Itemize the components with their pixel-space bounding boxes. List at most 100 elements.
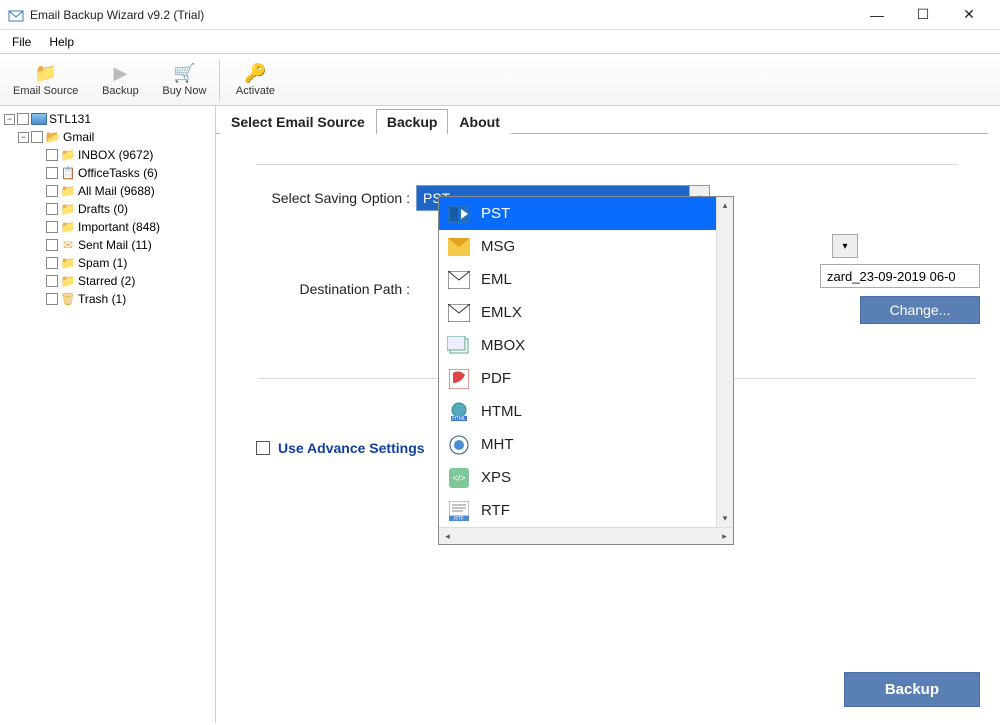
- play-icon: ▶: [108, 63, 132, 85]
- buy-now-button[interactable]: 🛒 Buy Now: [155, 56, 213, 104]
- expand-icon[interactable]: −: [4, 114, 15, 125]
- dropdown-option-mht[interactable]: MHT: [439, 428, 733, 461]
- advance-settings-row[interactable]: Use Advance Settings: [256, 440, 425, 456]
- folder-icon: 📁: [60, 274, 76, 288]
- dropdown-option-emlx[interactable]: EMLX: [439, 296, 733, 329]
- mht-icon: [447, 435, 471, 455]
- tree-folder[interactable]: 🗑Trash (1): [4, 290, 211, 308]
- scroll-up-icon[interactable]: ▴: [717, 197, 733, 214]
- folder-label: Important (848): [78, 220, 160, 234]
- tree-account[interactable]: − 📂 Gmail: [4, 128, 211, 146]
- folder-tree: − STL131 − 📂 Gmail 📁INBOX (9672)📋OfficeT…: [0, 106, 216, 723]
- tree-folder[interactable]: 📋OfficeTasks (6): [4, 164, 211, 182]
- destination-label: Destination Path :: [246, 281, 416, 297]
- dropdown-option-mbox[interactable]: MBOX: [439, 329, 733, 362]
- key-icon: 🔑: [243, 63, 267, 85]
- tree-folder[interactable]: ✉Sent Mail (11): [4, 236, 211, 254]
- tree-folder[interactable]: 📁All Mail (9688): [4, 182, 211, 200]
- destination-path-field[interactable]: zard_23-09-2019 06-0: [820, 264, 980, 288]
- window-title: Email Backup Wizard v9.2 (Trial): [30, 8, 854, 22]
- msg-icon: [447, 237, 471, 257]
- folder-icon: 🗑: [60, 292, 76, 306]
- close-button[interactable]: ✕: [946, 0, 992, 30]
- dropdown-option-pst[interactable]: PST: [439, 197, 733, 230]
- dropdown-option-rtf[interactable]: RTF RTF: [439, 494, 733, 527]
- backup-tool-button[interactable]: ▶ Backup: [91, 56, 149, 104]
- dropdown-list: PSTMSGEMLEMLXMBOXPDFHTMLHTMLMHT</>XPSRTF…: [439, 197, 733, 527]
- backup-button[interactable]: Backup: [844, 672, 980, 707]
- tree-folder[interactable]: 📁Starred (2): [4, 272, 211, 290]
- folder-icon: 📁: [60, 220, 76, 234]
- option-label: EML: [481, 271, 512, 288]
- option-label: MBOX: [481, 337, 525, 354]
- checkbox[interactable]: [31, 131, 43, 143]
- folder-label: OfficeTasks (6): [78, 166, 158, 180]
- folder-label: Drafts (0): [78, 202, 128, 216]
- dropdown-option-msg[interactable]: MSG: [439, 230, 733, 263]
- dropdown-scrollbar-horizontal[interactable]: ◂ ▸: [439, 527, 733, 544]
- tree-folder[interactable]: 📁INBOX (9672): [4, 146, 211, 164]
- mbox-icon: [447, 336, 471, 356]
- checkbox[interactable]: [46, 203, 58, 215]
- activate-label: Activate: [236, 85, 275, 97]
- toolbar-separator: [219, 59, 220, 101]
- tabstrip: Select Email Source Backup About: [216, 106, 988, 134]
- scroll-down-icon[interactable]: ▾: [717, 510, 733, 527]
- checkbox[interactable]: [46, 149, 58, 161]
- svg-text:HTML: HTML: [452, 416, 466, 422]
- activate-button[interactable]: 🔑 Activate: [226, 56, 284, 104]
- folder-label: Sent Mail (11): [78, 238, 152, 252]
- window-controls: — ☐ ✕: [854, 0, 992, 30]
- checkbox[interactable]: [46, 257, 58, 269]
- tab-select-source[interactable]: Select Email Source: [220, 109, 376, 134]
- option-label: MHT: [481, 436, 514, 453]
- menu-help[interactable]: Help: [49, 35, 74, 49]
- svg-text:RTF: RTF: [454, 516, 464, 521]
- language-arrow[interactable]: ▾: [832, 234, 858, 258]
- checkbox[interactable]: [46, 167, 58, 179]
- dropdown-option-xps[interactable]: </>XPS: [439, 461, 733, 494]
- toolbar: 📁 Email Source ▶ Backup 🛒 Buy Now 🔑 Acti…: [0, 54, 1000, 106]
- minimize-button[interactable]: —: [854, 0, 900, 30]
- tab-about[interactable]: About: [448, 109, 510, 134]
- folder-icon: 📋: [60, 166, 76, 180]
- checkbox[interactable]: [17, 113, 29, 125]
- email-source-label: Email Source: [13, 85, 78, 97]
- scroll-right-icon[interactable]: ▸: [716, 531, 733, 542]
- option-label: RTF: [481, 502, 510, 519]
- folder-icon: 📁: [60, 256, 76, 270]
- rtf-icon: RTF: [447, 501, 471, 521]
- folder-label: Spam (1): [78, 256, 127, 270]
- pst-icon: [447, 204, 471, 224]
- checkbox[interactable]: [46, 275, 58, 287]
- tree-root[interactable]: − STL131: [4, 110, 211, 128]
- pdf-icon: [447, 369, 471, 389]
- eml-icon: [447, 270, 471, 290]
- tree-folder[interactable]: 📁Important (848): [4, 218, 211, 236]
- html-icon: HTML: [447, 402, 471, 422]
- change-button[interactable]: Change...: [860, 296, 980, 324]
- advance-checkbox[interactable]: [256, 441, 270, 455]
- computer-icon: [31, 112, 47, 126]
- tree-folder[interactable]: 📁Spam (1): [4, 254, 211, 272]
- checkbox[interactable]: [46, 293, 58, 305]
- option-label: EMLX: [481, 304, 522, 321]
- email-source-button[interactable]: 📁 Email Source: [6, 56, 85, 104]
- checkbox[interactable]: [46, 239, 58, 251]
- dropdown-option-pdf[interactable]: PDF: [439, 362, 733, 395]
- maximize-button[interactable]: ☐: [900, 0, 946, 30]
- buy-now-label: Buy Now: [162, 85, 206, 97]
- dropdown-scrollbar-vertical[interactable]: ▴ ▾: [716, 197, 733, 527]
- tree-account-label: Gmail: [63, 130, 94, 144]
- expand-icon[interactable]: −: [18, 132, 29, 143]
- tab-backup[interactable]: Backup: [376, 109, 449, 134]
- tree-folder[interactable]: 📁Drafts (0): [4, 200, 211, 218]
- checkbox[interactable]: [46, 185, 58, 197]
- scroll-left-icon[interactable]: ◂: [439, 531, 456, 542]
- option-label: PST: [481, 205, 510, 222]
- dropdown-option-eml[interactable]: EML: [439, 263, 733, 296]
- option-label: PDF: [481, 370, 511, 387]
- checkbox[interactable]: [46, 221, 58, 233]
- dropdown-option-html[interactable]: HTMLHTML: [439, 395, 733, 428]
- menu-file[interactable]: File: [12, 35, 31, 49]
